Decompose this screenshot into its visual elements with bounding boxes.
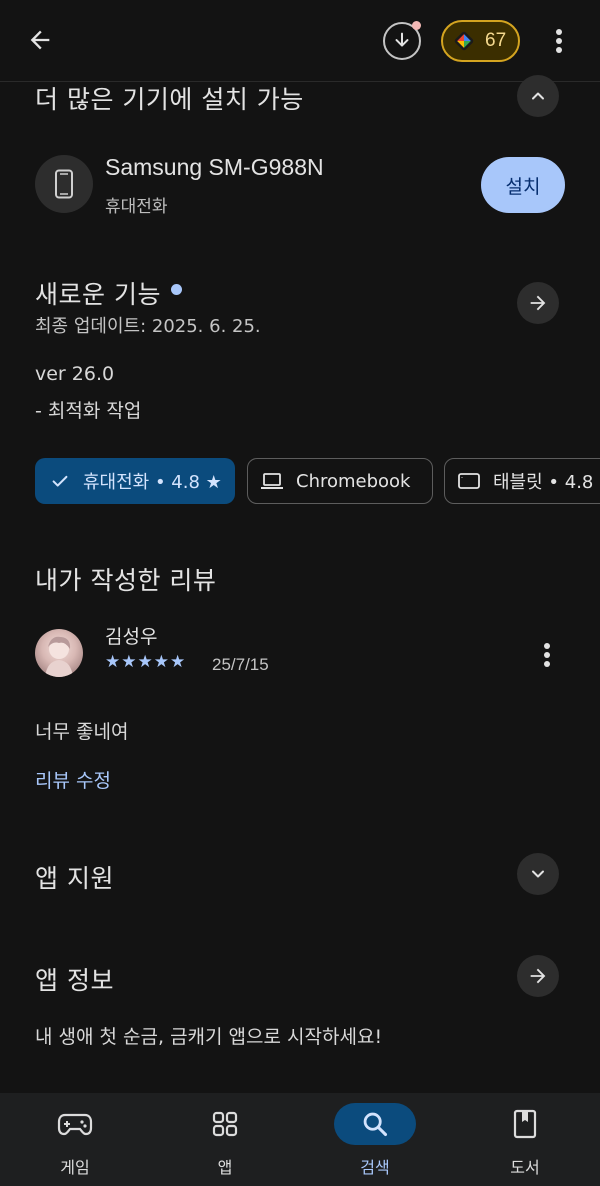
arrow-back-icon <box>30 30 50 50</box>
review-date: 25/7/15 <box>212 655 269 674</box>
version-text: ver 26.0 <box>35 363 115 385</box>
edit-review-link[interactable]: 리뷰 수정 <box>35 766 111 793</box>
review-text: 너무 좋네여 <box>35 721 129 743</box>
search-icon <box>334 1103 416 1145</box>
chip-chromebook[interactable]: Chromebook <box>247 458 433 504</box>
arrow-forward-icon <box>530 968 546 984</box>
device-icon-container <box>35 155 93 213</box>
more-options-button[interactable] <box>542 20 576 62</box>
app-support-expand-button[interactable] <box>517 853 559 895</box>
arrow-forward-icon <box>530 295 546 311</box>
last-updated: 최종 업데이트: 2025. 6. 25. <box>35 316 261 337</box>
nav-books-label: 도서 <box>510 1158 540 1177</box>
chip-phone[interactable]: 휴대전화 • 4.8 ★ <box>35 458 235 504</box>
download-icon <box>395 32 409 47</box>
install-button[interactable]: 설치 <box>481 157 565 213</box>
avatar <box>35 629 83 677</box>
more-vert-icon <box>556 29 562 53</box>
app-info-title: 앱 정보 <box>35 966 114 995</box>
whats-new-arrow-button[interactable] <box>517 282 559 324</box>
review-more-button[interactable] <box>532 638 562 672</box>
app-support-title: 앱 지원 <box>35 864 114 893</box>
book-icon <box>494 1103 556 1145</box>
points-value: 67 <box>485 30 507 51</box>
laptop-icon <box>261 473 283 489</box>
download-button[interactable] <box>383 21 421 60</box>
new-indicator-dot <box>171 284 182 295</box>
chip-chromebook-label: Chromebook <box>296 470 411 492</box>
collapse-button[interactable] <box>517 75 559 117</box>
chevron-down-icon <box>532 870 544 878</box>
app-info-arrow-button[interactable] <box>517 955 559 997</box>
chevron-up-icon <box>532 92 544 100</box>
smartphone-icon <box>55 169 73 199</box>
device-type: 휴대전화 <box>105 197 168 217</box>
release-notes: - 최적화 작업 <box>35 400 142 422</box>
whats-new-title: 새로운 기능 <box>35 280 161 309</box>
rating-stars: ★★★★★ <box>105 652 187 672</box>
tablet-icon <box>458 473 480 489</box>
top-app-bar: 67 <box>0 0 600 82</box>
more-devices-title: 더 많은 기기에 설치 가능 <box>35 85 304 114</box>
avatar-illustration <box>45 636 73 677</box>
chip-phone-label: 휴대전화 • 4.8 ★ <box>83 472 222 493</box>
bottom-navigation: 게임 앱 검색 도서 <box>0 1093 600 1186</box>
chip-tablet-label: 태블릿 • 4.8 <box>493 472 594 493</box>
notification-dot <box>412 21 421 30</box>
play-points-badge[interactable]: 67 <box>441 20 520 62</box>
nav-search-label: 검색 <box>360 1158 390 1177</box>
nav-books[interactable]: 도서 <box>450 1093 600 1186</box>
app-description: 내 생애 첫 순금, 금캐기 앱으로 시작하세요! <box>35 1026 383 1048</box>
play-points-icon <box>454 31 474 51</box>
chip-tablet[interactable]: 태블릿 • 4.8 <box>444 458 600 504</box>
my-review-title: 내가 작성한 리뷰 <box>35 566 217 595</box>
check-icon <box>52 475 68 487</box>
back-button[interactable] <box>18 20 62 60</box>
device-name: Samsung SM-G988N <box>105 154 324 180</box>
more-vert-icon <box>544 643 550 667</box>
reviewer-name: 김성우 <box>105 626 158 648</box>
